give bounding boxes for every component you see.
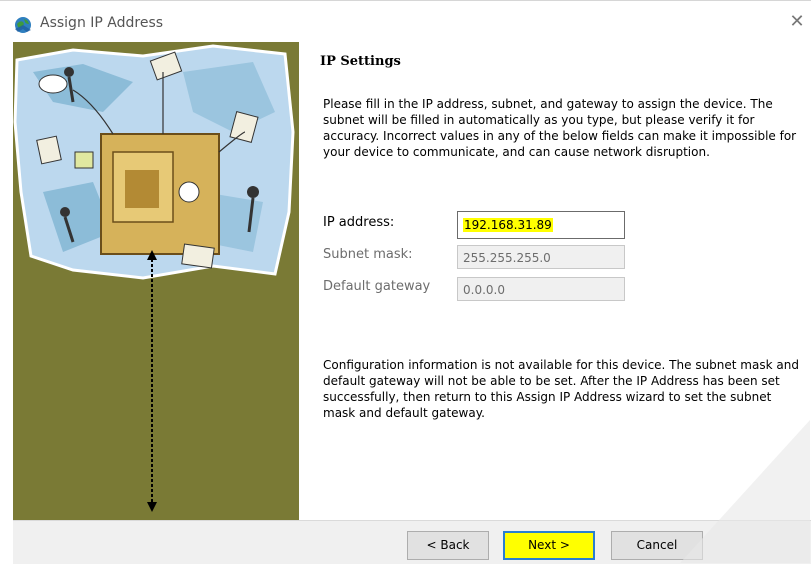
wizard-content: IP Settings Please fill in the IP addres… <box>299 42 811 520</box>
window-title: Assign IP Address <box>40 15 164 31</box>
network-puzzle-illustration <box>13 44 295 512</box>
ip-address-label: IP address: <box>323 215 395 230</box>
subnet-mask-field: 255.255.255.0 <box>457 245 625 269</box>
close-icon[interactable]: ✕ <box>789 11 804 32</box>
wizard-side-panel <box>13 42 299 520</box>
button-bar: < Back Next > Cancel <box>13 520 811 564</box>
globe-network-icon <box>15 17 31 33</box>
ip-address-value[interactable]: 192.168.31.89 <box>463 218 553 232</box>
back-button[interactable]: < Back <box>407 531 489 560</box>
info-text: Configuration information is not availab… <box>323 358 799 420</box>
intro-text: Please fill in the IP address, subnet, a… <box>323 97 797 159</box>
cancel-button[interactable]: Cancel <box>611 531 703 560</box>
next-button[interactable]: Next > <box>503 531 595 560</box>
title-bar: Assign IP Address ✕ <box>0 0 811 43</box>
ip-address-field[interactable]: 192.168.31.89 <box>457 211 625 239</box>
next-button-label[interactable]: Next > <box>528 538 570 552</box>
default-gateway-field: 0.0.0.0 <box>457 277 625 301</box>
page-title: IP Settings <box>320 54 401 69</box>
close-button[interactable]: ✕ <box>786 11 808 33</box>
subnet-mask-label: Subnet mask: <box>323 247 413 262</box>
default-gateway-label: Default gateway <box>323 279 431 294</box>
